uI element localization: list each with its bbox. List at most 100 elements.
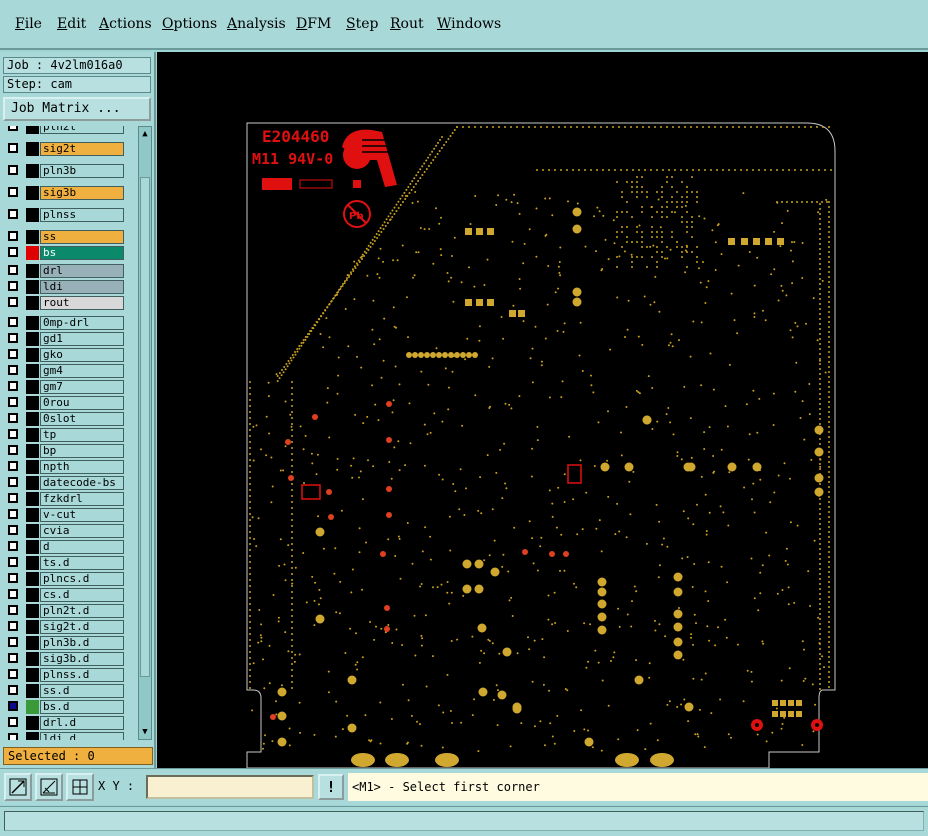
- layer-checkbox[interactable]: [8, 187, 18, 197]
- layer-checkbox[interactable]: [8, 209, 18, 219]
- layer-name[interactable]: cs.d: [40, 588, 124, 602]
- layer-row[interactable]: drl: [4, 264, 126, 278]
- layer-checkbox[interactable]: [8, 381, 18, 391]
- layer-checkbox[interactable]: [8, 685, 18, 695]
- graphics-canvas[interactable]: E204460 M11 94V-0 Pb: [157, 52, 928, 768]
- layer-color-swatch[interactable]: [26, 186, 39, 200]
- layer-checkbox[interactable]: [8, 621, 18, 631]
- layer-color-swatch[interactable]: [26, 652, 39, 666]
- layer-checkbox[interactable]: [8, 397, 18, 407]
- layer-row[interactable]: d: [4, 540, 126, 554]
- layer-name[interactable]: gm4: [40, 364, 124, 378]
- layer-name[interactable]: sig3b.d: [40, 652, 124, 666]
- layer-color-swatch[interactable]: [26, 556, 39, 570]
- layer-row[interactable]: pln3b: [4, 164, 126, 178]
- layer-checkbox[interactable]: [8, 445, 18, 455]
- layer-color-swatch[interactable]: [26, 142, 39, 156]
- layer-name[interactable]: plnss.d: [40, 668, 124, 682]
- layer-row[interactable]: sig3b.d: [4, 652, 126, 666]
- layer-name[interactable]: ts.d: [40, 556, 124, 570]
- layer-color-swatch[interactable]: [26, 620, 39, 634]
- layer-checkbox[interactable]: [8, 653, 18, 663]
- layer-row[interactable]: bs: [4, 246, 126, 260]
- layer-row[interactable]: ldi.d: [4, 732, 126, 740]
- layer-checkbox[interactable]: [8, 297, 18, 307]
- layer-name[interactable]: ldi.d: [40, 732, 124, 740]
- layer-row[interactable]: pln3b.d: [4, 636, 126, 650]
- scroll-up-arrow-icon[interactable]: ▲: [139, 128, 151, 140]
- layer-checkbox[interactable]: [8, 525, 18, 535]
- layer-row[interactable]: 0mp-drl: [4, 316, 126, 330]
- layer-checkbox[interactable]: [8, 589, 18, 599]
- layer-row[interactable]: gm4: [4, 364, 126, 378]
- layer-row[interactable]: bs.d: [4, 700, 126, 714]
- layer-name[interactable]: tp: [40, 428, 124, 442]
- layer-color-swatch[interactable]: [26, 316, 39, 330]
- layer-name[interactable]: 0mp-drl: [40, 316, 124, 330]
- layer-name[interactable]: plncs.d: [40, 572, 124, 586]
- menu-options[interactable]: Options: [162, 16, 217, 32]
- layer-name[interactable]: bs: [40, 246, 124, 260]
- layer-checkbox[interactable]: [8, 461, 18, 471]
- layer-row[interactable]: ts.d: [4, 556, 126, 570]
- layer-row[interactable]: npth: [4, 460, 126, 474]
- layer-color-swatch[interactable]: [26, 164, 39, 178]
- execute-button[interactable]: !: [318, 774, 344, 800]
- layer-color-swatch[interactable]: [26, 636, 39, 650]
- layer-checkbox[interactable]: [8, 637, 18, 647]
- layer-name[interactable]: ss: [40, 230, 124, 244]
- menu-dfm[interactable]: DFM: [296, 16, 331, 32]
- layer-checkbox[interactable]: [8, 317, 18, 327]
- layer-row[interactable]: fzkdrl: [4, 492, 126, 506]
- layer-checkbox[interactable]: [8, 573, 18, 583]
- layer-row[interactable]: gd1: [4, 332, 126, 346]
- layer-name[interactable]: cvia: [40, 524, 124, 538]
- layer-name[interactable]: pln3b: [40, 164, 124, 178]
- layer-color-swatch[interactable]: [26, 348, 39, 362]
- zoom-box-button[interactable]: [4, 773, 32, 801]
- layer-checkbox[interactable]: [8, 281, 18, 291]
- layer-name[interactable]: 0slot: [40, 412, 124, 426]
- layer-row[interactable]: pln2t.d: [4, 604, 126, 618]
- layer-checkbox[interactable]: [8, 247, 18, 257]
- menu-actions[interactable]: Actions: [99, 16, 152, 32]
- layer-name[interactable]: gd1: [40, 332, 124, 346]
- layer-checkbox[interactable]: [8, 333, 18, 343]
- layer-name[interactable]: fzkdrl: [40, 492, 124, 506]
- layer-name[interactable]: gko: [40, 348, 124, 362]
- layer-row[interactable]: datecode-bs: [4, 476, 126, 490]
- layer-color-swatch[interactable]: [26, 208, 39, 222]
- layer-name[interactable]: gm7: [40, 380, 124, 394]
- layer-checkbox[interactable]: [8, 365, 18, 375]
- layer-checkbox[interactable]: [8, 717, 18, 727]
- menu-rout[interactable]: Rout: [390, 16, 424, 32]
- layer-color-swatch[interactable]: [26, 668, 39, 682]
- layer-checkbox[interactable]: [8, 413, 18, 423]
- layer-name[interactable]: npth: [40, 460, 124, 474]
- menu-edit[interactable]: Edit: [57, 16, 86, 32]
- layer-row[interactable]: gko: [4, 348, 126, 362]
- layer-name[interactable]: pln2t.d: [40, 604, 124, 618]
- layer-row[interactable]: pln2t: [4, 126, 126, 134]
- layer-color-swatch[interactable]: [26, 524, 39, 538]
- layer-color-swatch[interactable]: [26, 230, 39, 244]
- layer-name[interactable]: bp: [40, 444, 124, 458]
- layer-row[interactable]: drl.d: [4, 716, 126, 730]
- layer-row[interactable]: rout: [4, 296, 126, 310]
- layer-color-swatch[interactable]: [26, 684, 39, 698]
- layer-name[interactable]: drl.d: [40, 716, 124, 730]
- layer-checkbox[interactable]: [8, 605, 18, 615]
- job-matrix-button[interactable]: Job Matrix ...: [3, 97, 151, 121]
- layer-row[interactable]: cs.d: [4, 588, 126, 602]
- layer-name[interactable]: d: [40, 540, 124, 554]
- layer-checkbox[interactable]: [8, 509, 18, 519]
- layer-row[interactable]: sig2t: [4, 142, 126, 156]
- layer-name[interactable]: plnss: [40, 208, 124, 222]
- layer-color-swatch[interactable]: [26, 460, 39, 474]
- layer-name[interactable]: v-cut: [40, 508, 124, 522]
- layer-color-swatch[interactable]: [26, 572, 39, 586]
- layer-color-swatch[interactable]: [26, 588, 39, 602]
- layer-color-swatch[interactable]: [26, 476, 39, 490]
- layer-checkbox[interactable]: [8, 265, 18, 275]
- layer-row[interactable]: bp: [4, 444, 126, 458]
